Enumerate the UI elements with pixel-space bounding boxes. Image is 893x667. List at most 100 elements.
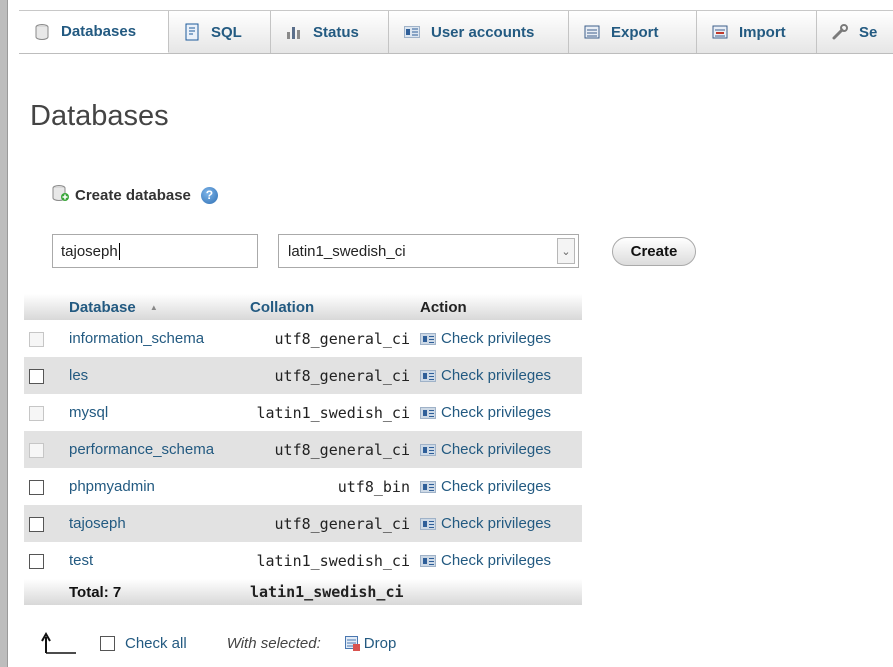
check-privileges-link[interactable]: Check privileges	[415, 431, 582, 468]
row-checkbox[interactable]	[29, 442, 44, 458]
database-name-link[interactable]: performance_schema	[64, 431, 245, 468]
left-panel-edge[interactable]	[0, 0, 8, 667]
check-privileges-label: Check privileges	[441, 441, 552, 458]
row-checkbox[interactable]	[29, 405, 44, 421]
top-tab-bar: Databases SQL Status User accounts Expor…	[19, 10, 893, 54]
create-database-heading: Create database ?	[52, 184, 218, 206]
collation-select[interactable]: latin1_swedish_ci ⌄	[278, 234, 579, 268]
check-privileges-icon	[420, 407, 436, 420]
database-name-link[interactable]: mysql	[64, 394, 245, 431]
database-collation: latin1_swedish_ci	[245, 394, 415, 431]
row-checkbox[interactable]	[29, 331, 44, 347]
tab-settings[interactable]: Se	[817, 11, 893, 53]
table-row: phpmyadmin utf8_bin Check privileges	[24, 468, 582, 505]
database-collation: utf8_general_ci	[245, 320, 415, 357]
row-checkbox[interactable]	[29, 553, 44, 569]
check-privileges-link[interactable]: Check privileges	[415, 505, 582, 542]
database-collation: utf8_general_ci	[245, 431, 415, 468]
row-checkbox[interactable]	[29, 368, 44, 384]
tab-label: Status	[313, 23, 359, 41]
database-header-label: Database	[69, 298, 136, 316]
tab-databases[interactable]: Databases	[19, 11, 169, 53]
tab-label: SQL	[211, 23, 242, 41]
tab-label: Import	[739, 23, 786, 41]
help-icon[interactable]: ?	[200, 186, 218, 204]
table-header-row: Database ▲ Collation Action	[24, 294, 582, 320]
tab-label: Databases	[61, 23, 137, 40]
row-checkbox-cell	[24, 468, 64, 505]
check-privileges-link[interactable]: Check privileges	[415, 394, 582, 431]
check-privileges-link[interactable]: Check privileges	[415, 357, 582, 394]
sort-ascending-icon: ▲	[149, 303, 158, 313]
row-checkbox-cell	[24, 357, 64, 394]
import-icon	[711, 23, 729, 41]
text-caret	[118, 242, 120, 260]
tab-export[interactable]: Export	[569, 11, 697, 53]
database-name-link[interactable]: test	[64, 542, 245, 579]
settings-wrench-icon	[831, 23, 849, 41]
drop-label: Drop	[363, 634, 397, 652]
check-privileges-link[interactable]: Check privileges	[415, 542, 582, 579]
database-icon	[33, 23, 51, 41]
row-checkbox-cell	[24, 431, 64, 468]
create-button[interactable]: Create	[612, 237, 696, 266]
database-name-link[interactable]: information_schema	[64, 320, 245, 357]
table-row: performance_schema utf8_general_ci Check p…	[24, 431, 582, 468]
table-row: les utf8_general_ci Check privileges	[24, 357, 582, 394]
arrow-up-left-icon	[40, 631, 78, 655]
total-spacer	[24, 579, 64, 605]
tab-import[interactable]: Import	[697, 11, 817, 53]
total-count: Total: 7	[64, 579, 245, 605]
database-name-link[interactable]: phpmyadmin	[64, 468, 245, 505]
row-checkbox[interactable]	[29, 479, 44, 495]
sql-icon	[183, 23, 201, 41]
database-collation: utf8_general_ci	[245, 357, 415, 394]
tab-sql[interactable]: SQL	[169, 11, 271, 53]
row-checkbox-cell	[24, 542, 64, 579]
row-checkbox-cell	[24, 505, 64, 542]
check-privileges-icon	[420, 518, 436, 531]
user-accounts-icon	[403, 23, 421, 41]
database-name-link[interactable]: tajoseph	[64, 505, 245, 542]
total-collation: latin1_swedish_ci	[245, 579, 415, 605]
with-selected-label: With selected:	[226, 634, 321, 652]
check-privileges-icon	[420, 370, 436, 383]
check-all-link[interactable]: Check all	[125, 635, 187, 652]
export-icon	[583, 23, 601, 41]
database-collation: latin1_swedish_ci	[245, 542, 415, 579]
check-privileges-label: Check privileges	[441, 515, 552, 532]
database-column-header[interactable]: Database ▲	[64, 294, 245, 320]
check-privileges-icon	[420, 333, 436, 346]
row-checkbox-cell	[24, 320, 64, 357]
create-database-label: Create database	[75, 186, 191, 204]
check-privileges-link[interactable]: Check privileges	[415, 320, 582, 357]
database-collation: utf8_bin	[245, 468, 415, 505]
table-row: information_schema utf8_general_ci Check p…	[24, 320, 582, 357]
table-footer-actions: Check all With selected: Drop	[40, 628, 396, 658]
table-row: test latin1_swedish_ci Check privileges	[24, 542, 582, 579]
chevron-down-icon[interactable]: ⌄	[557, 238, 575, 264]
database-name-input[interactable]: tajoseph	[52, 234, 258, 268]
check-privileges-icon	[420, 444, 436, 457]
status-chart-icon	[285, 23, 303, 41]
check-privileges-icon	[420, 555, 436, 568]
check-privileges-icon	[420, 481, 436, 494]
collation-column-header[interactable]: Collation	[245, 294, 415, 320]
tab-user-accounts[interactable]: User accounts	[389, 11, 569, 53]
database-name-value: tajoseph	[61, 242, 118, 260]
tab-status[interactable]: Status	[271, 11, 389, 53]
check-privileges-label: Check privileges	[441, 367, 552, 384]
check-privileges-label: Check privileges	[441, 478, 552, 495]
table-row: tajoseph utf8_general_ci Check privileges	[24, 505, 582, 542]
action-column-header: Action	[415, 294, 582, 320]
collation-selected-value: latin1_swedish_ci	[288, 242, 406, 260]
action-header-label: Action	[420, 298, 467, 316]
drop-button[interactable]: Drop	[344, 634, 397, 652]
database-name-link[interactable]: les	[64, 357, 245, 394]
row-checkbox[interactable]	[29, 516, 44, 532]
collation-header-label: Collation	[250, 298, 315, 316]
check-privileges-label: Check privileges	[441, 552, 552, 569]
check-privileges-link[interactable]: Check privileges	[415, 468, 582, 505]
table-row: mysql latin1_swedish_ci Check privileges	[24, 394, 582, 431]
check-all-checkbox[interactable]	[100, 635, 115, 651]
